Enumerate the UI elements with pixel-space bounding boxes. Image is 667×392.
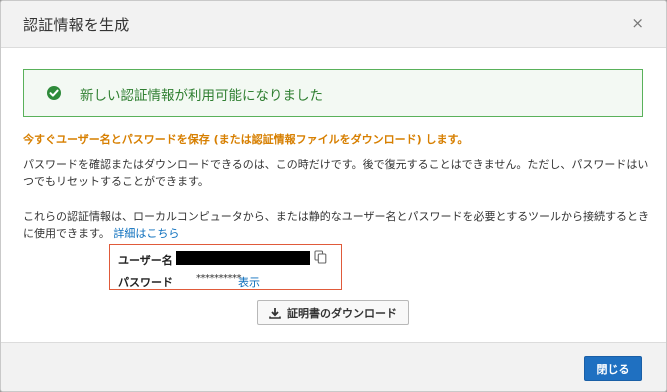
close-button[interactable]: 閉じる: [584, 356, 642, 381]
dialog-header: 認証情報を生成 ×: [1, 1, 666, 48]
username-value-redacted: [176, 251, 310, 265]
check-circle-icon: [47, 86, 61, 100]
password-label: パスワード: [118, 276, 173, 289]
info-paragraph-1: パスワードを確認またはダウンロードできるのは、この時だけです。後で復元することは…: [23, 158, 649, 188]
password-masked: **********: [196, 273, 242, 284]
download-button-label: 証明書のダウンロード: [287, 306, 397, 320]
username-label: ユーザー名: [118, 254, 173, 267]
download-icon: [269, 307, 281, 319]
download-credentials-button[interactable]: 証明書のダウンロード: [257, 300, 409, 325]
dialog-footer: 閉じる: [1, 342, 666, 391]
save-warning: 今すぐユーザー名とパスワードを保存 (または認証情報ファイルをダウンロード) し…: [23, 133, 469, 146]
details-link[interactable]: 詳細はこちら: [113, 227, 179, 240]
success-alert: 新しい認証情報が利用可能になりました: [23, 69, 643, 117]
copy-icon[interactable]: [314, 250, 327, 264]
credentials-box: ユーザー名 パスワード ********** 表示: [109, 244, 342, 290]
info-paragraph-2: これらの認証情報は、ローカルコンピュータから、または静的なユーザー名とパスワード…: [23, 208, 653, 242]
close-icon[interactable]: ×: [631, 16, 644, 31]
generate-credentials-dialog: 認証情報を生成 × 新しい認証情報が利用可能になりました 今すぐユーザー名とパス…: [0, 0, 667, 392]
success-message: 新しい認証情報が利用可能になりました: [80, 88, 323, 104]
show-password-link[interactable]: 表示: [238, 274, 260, 290]
dialog-title: 認証情報を生成: [23, 16, 130, 34]
